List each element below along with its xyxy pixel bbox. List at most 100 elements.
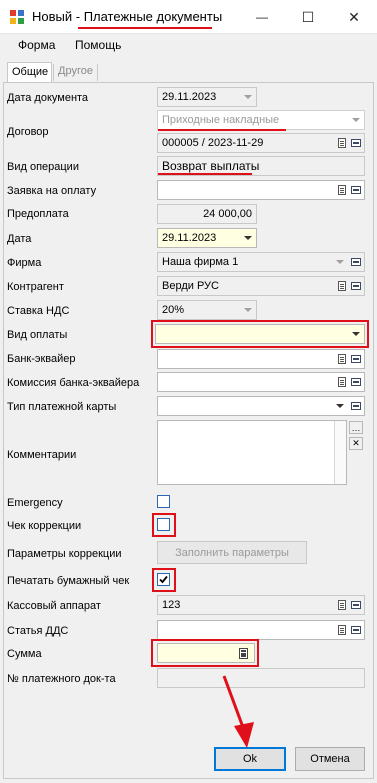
prepayment-value: 24 000,00 <box>203 208 252 220</box>
date-value: 29.11.2023 <box>162 232 217 244</box>
list-icon[interactable] <box>351 402 361 410</box>
dropdown-arrow-icon <box>336 404 344 408</box>
payment-request-label: Заявка на оплату <box>7 185 97 197</box>
minimize-button[interactable]: — <box>239 0 285 34</box>
title-main: Платежные документы <box>83 9 223 24</box>
date-field[interactable]: 29.11.2023 <box>157 228 257 248</box>
prepayment-field[interactable]: 24 000,00 <box>157 204 257 224</box>
list-icon[interactable] <box>351 378 361 386</box>
vat-rate-label: Ставка НДС <box>7 305 70 317</box>
cash-register-value: 123 <box>162 599 181 611</box>
counterparty-field[interactable]: Верди РУС <box>157 276 365 296</box>
comments-textarea[interactable] <box>157 420 347 485</box>
vat-rate-field[interactable]: 20% <box>157 300 257 320</box>
document-icon[interactable] <box>338 138 346 148</box>
doc-date-field[interactable]: 29.11.2023 <box>157 87 257 107</box>
ellipsis-icon[interactable]: … <box>349 421 363 434</box>
list-icon[interactable] <box>351 626 361 634</box>
contract-type-placeholder: Приходные накладные <box>162 114 280 126</box>
contract-type-field[interactable]: Приходные накладные <box>157 110 365 130</box>
correction-check-label: Чек коррекции <box>7 520 82 532</box>
card-type-label: Тип платежной карты <box>7 401 117 413</box>
amount-annotation <box>151 639 259 667</box>
counterparty-label: Контрагент <box>7 281 64 293</box>
tab-bar: Общие Другое <box>7 62 107 83</box>
ok-button[interactable]: Ok <box>214 747 286 771</box>
tab-other[interactable]: Другое <box>53 64 98 81</box>
doc-date-label: Дата документа <box>7 92 89 104</box>
list-icon[interactable] <box>351 282 361 290</box>
contract-number-field[interactable]: 000005 / 2023-11-29 <box>157 133 365 153</box>
document-icon[interactable] <box>338 600 346 610</box>
cancel-button[interactable]: Отмена <box>295 747 365 771</box>
acquirer-bank-field[interactable] <box>157 349 365 369</box>
correction-params-label: Параметры коррекции <box>7 548 122 560</box>
list-icon[interactable] <box>351 355 361 363</box>
tab-other-label: Другое <box>58 65 93 77</box>
clear-icon[interactable]: ✕ <box>349 437 363 450</box>
operation-type-value: Возврат выплаты <box>162 159 260 173</box>
company-value: Наша фирма 1 <box>162 256 239 268</box>
close-button[interactable]: ✕ <box>331 0 377 34</box>
title-underline-annotation <box>78 27 212 29</box>
document-icon[interactable] <box>338 185 346 195</box>
cash-register-field[interactable]: 123 <box>157 595 365 615</box>
dropdown-arrow-icon <box>352 118 360 122</box>
menu-item-form[interactable]: Форма <box>18 38 55 52</box>
company-label: Фирма <box>7 257 42 269</box>
document-icon[interactable] <box>338 354 346 364</box>
acquirer-fee-field[interactable] <box>157 372 365 392</box>
menu-bar: Форма Помощь <box>0 34 377 56</box>
title-bar: Новый - Платежные документы — ☐ ✕ <box>0 0 377 34</box>
acquirer-bank-label: Банк-эквайер <box>7 353 76 365</box>
card-type-field[interactable] <box>157 396 365 416</box>
textarea-scrollbar[interactable] <box>334 421 346 484</box>
cash-register-label: Кассовый аппарат <box>7 600 101 612</box>
cashflow-item-field[interactable] <box>157 620 365 640</box>
payment-type-annotation <box>151 320 369 348</box>
company-field[interactable]: Наша фирма 1 <box>157 252 365 272</box>
window-title: Новый - Платежные документы <box>32 9 222 24</box>
list-icon[interactable] <box>351 186 361 194</box>
acquirer-fee-label: Комиссия банка-эквайера <box>7 377 140 389</box>
contract-label: Договор <box>7 126 49 138</box>
emergency-checkbox[interactable] <box>157 495 170 508</box>
comments-label: Комментарии <box>7 449 77 461</box>
menu-item-help[interactable]: Помощь <box>75 38 121 52</box>
fill-parameters-button[interactable]: Заполнить параметры <box>157 541 307 564</box>
title-prefix: Новый - <box>32 9 84 24</box>
list-icon[interactable] <box>351 139 361 147</box>
payment-type-label: Вид оплаты <box>7 329 68 341</box>
ok-button-label: Ok <box>242 753 258 765</box>
tab-general[interactable]: Общие <box>7 62 52 82</box>
list-icon[interactable] <box>351 601 361 609</box>
minimize-icon: — <box>256 10 268 24</box>
red-arrow-annotation <box>222 675 254 748</box>
operation-underline-annotation <box>158 173 252 175</box>
print-paper-check-label: Печатать бумажный чек <box>7 575 130 587</box>
maximize-icon: ☐ <box>301 8 315 25</box>
amount-label: Сумма <box>7 648 42 660</box>
emergency-label: Emergency <box>7 497 63 509</box>
maximize-button[interactable]: ☐ <box>285 0 331 34</box>
correction-check-annotation <box>152 513 176 537</box>
document-icon[interactable] <box>338 281 346 291</box>
list-icon[interactable] <box>351 258 361 266</box>
contract-number-value: 000005 / 2023-11-29 <box>162 137 264 149</box>
fill-parameters-label: Заполнить параметры <box>175 546 289 559</box>
dropdown-arrow-icon <box>244 236 252 240</box>
payment-request-field[interactable] <box>157 180 365 200</box>
tab-general-label: Общие <box>12 66 49 78</box>
contract-underline-annotation <box>158 129 286 131</box>
cancel-button-label: Отмена <box>310 753 350 765</box>
operation-type-label: Вид операции <box>7 161 79 173</box>
print-paper-check-annotation <box>152 568 176 592</box>
dropdown-arrow-icon <box>336 260 344 264</box>
prepayment-label: Предоплата <box>7 208 69 220</box>
document-icon[interactable] <box>338 377 346 387</box>
app-icon <box>10 10 24 24</box>
document-icon[interactable] <box>338 625 346 635</box>
close-icon: ✕ <box>348 8 360 25</box>
dropdown-arrow-icon <box>244 308 252 312</box>
payment-doc-no-label: № платежного док-та <box>7 673 116 685</box>
